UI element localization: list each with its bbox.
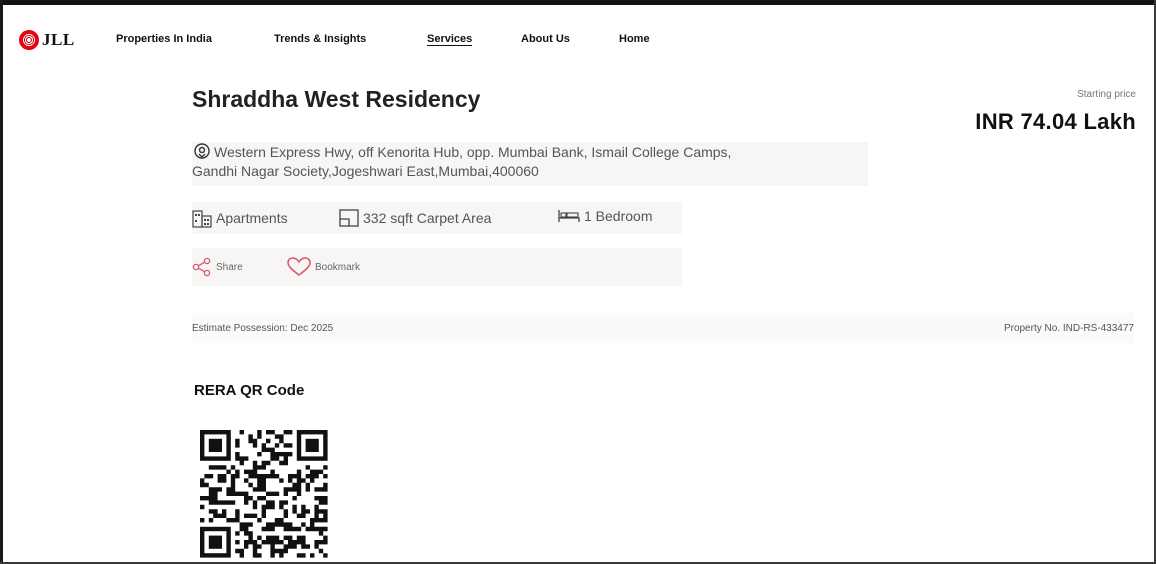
- jll-logo-mark-icon: [19, 30, 39, 50]
- property-features: Apartments 332 sqft Carpet Area 1 Bedroo…: [192, 202, 682, 234]
- nav-properties-in-india[interactable]: Properties In India: [116, 33, 212, 45]
- property-price: INR 74.04 Lakh: [975, 109, 1136, 134]
- share-icon: [192, 257, 211, 277]
- property-title: Shraddha West Residency: [192, 86, 481, 112]
- property-address: Western Express Hwy, off Kenorita Hub, o…: [192, 142, 868, 186]
- bookmark-button[interactable]: Bookmark: [287, 257, 360, 277]
- rera-qr-code-icon: [200, 430, 328, 558]
- heart-icon: [287, 257, 311, 276]
- property-info-bar: Estimate Possession: Dec 2025 Property N…: [192, 313, 1134, 343]
- bed-icon: [558, 208, 580, 224]
- nav-about-us[interactable]: About Us: [521, 33, 570, 45]
- share-button[interactable]: Share: [192, 257, 243, 277]
- window-left-edge: [0, 0, 3, 564]
- feature-apartments: Apartments: [192, 208, 288, 228]
- apartment-icon: [192, 208, 212, 228]
- jll-logo[interactable]: JLL: [19, 30, 75, 50]
- nav-services[interactable]: Services: [427, 33, 473, 46]
- feature-bedroom-label: 1 Bedroom: [584, 208, 653, 224]
- price-label: Starting price: [1077, 89, 1136, 100]
- area-icon: [339, 208, 359, 228]
- logo-text: JLL: [42, 30, 75, 49]
- feature-apartments-label: Apartments: [216, 210, 288, 226]
- feature-carpet-area: 332 sqft Carpet Area: [339, 208, 491, 228]
- property-actions: Share Bookmark: [192, 248, 682, 286]
- rera-qr-heading: RERA QR Code: [194, 382, 305, 399]
- address-line-1: Western Express Hwy, off Kenorita Hub, o…: [214, 144, 732, 160]
- property-number: Property No. IND-RS-433477: [1003, 323, 1134, 334]
- location-pin-icon: [194, 143, 210, 159]
- nav-trends-insights[interactable]: Trends & Insights: [274, 33, 366, 45]
- nav-home[interactable]: Home: [619, 33, 650, 45]
- share-label: Share: [216, 261, 243, 273]
- address-line-2: Gandhi Nagar Society,Jogeshwari East,Mum…: [192, 163, 539, 179]
- estimate-possession: Estimate Possession: Dec 2025: [192, 323, 334, 334]
- site-header: JLL Properties In India Trends & Insight…: [0, 5, 1156, 71]
- feature-carpet-area-label: 332 sqft Carpet Area: [363, 210, 492, 226]
- bookmark-label: Bookmark: [315, 261, 361, 273]
- feature-bedroom: 1 Bedroom: [558, 208, 652, 224]
